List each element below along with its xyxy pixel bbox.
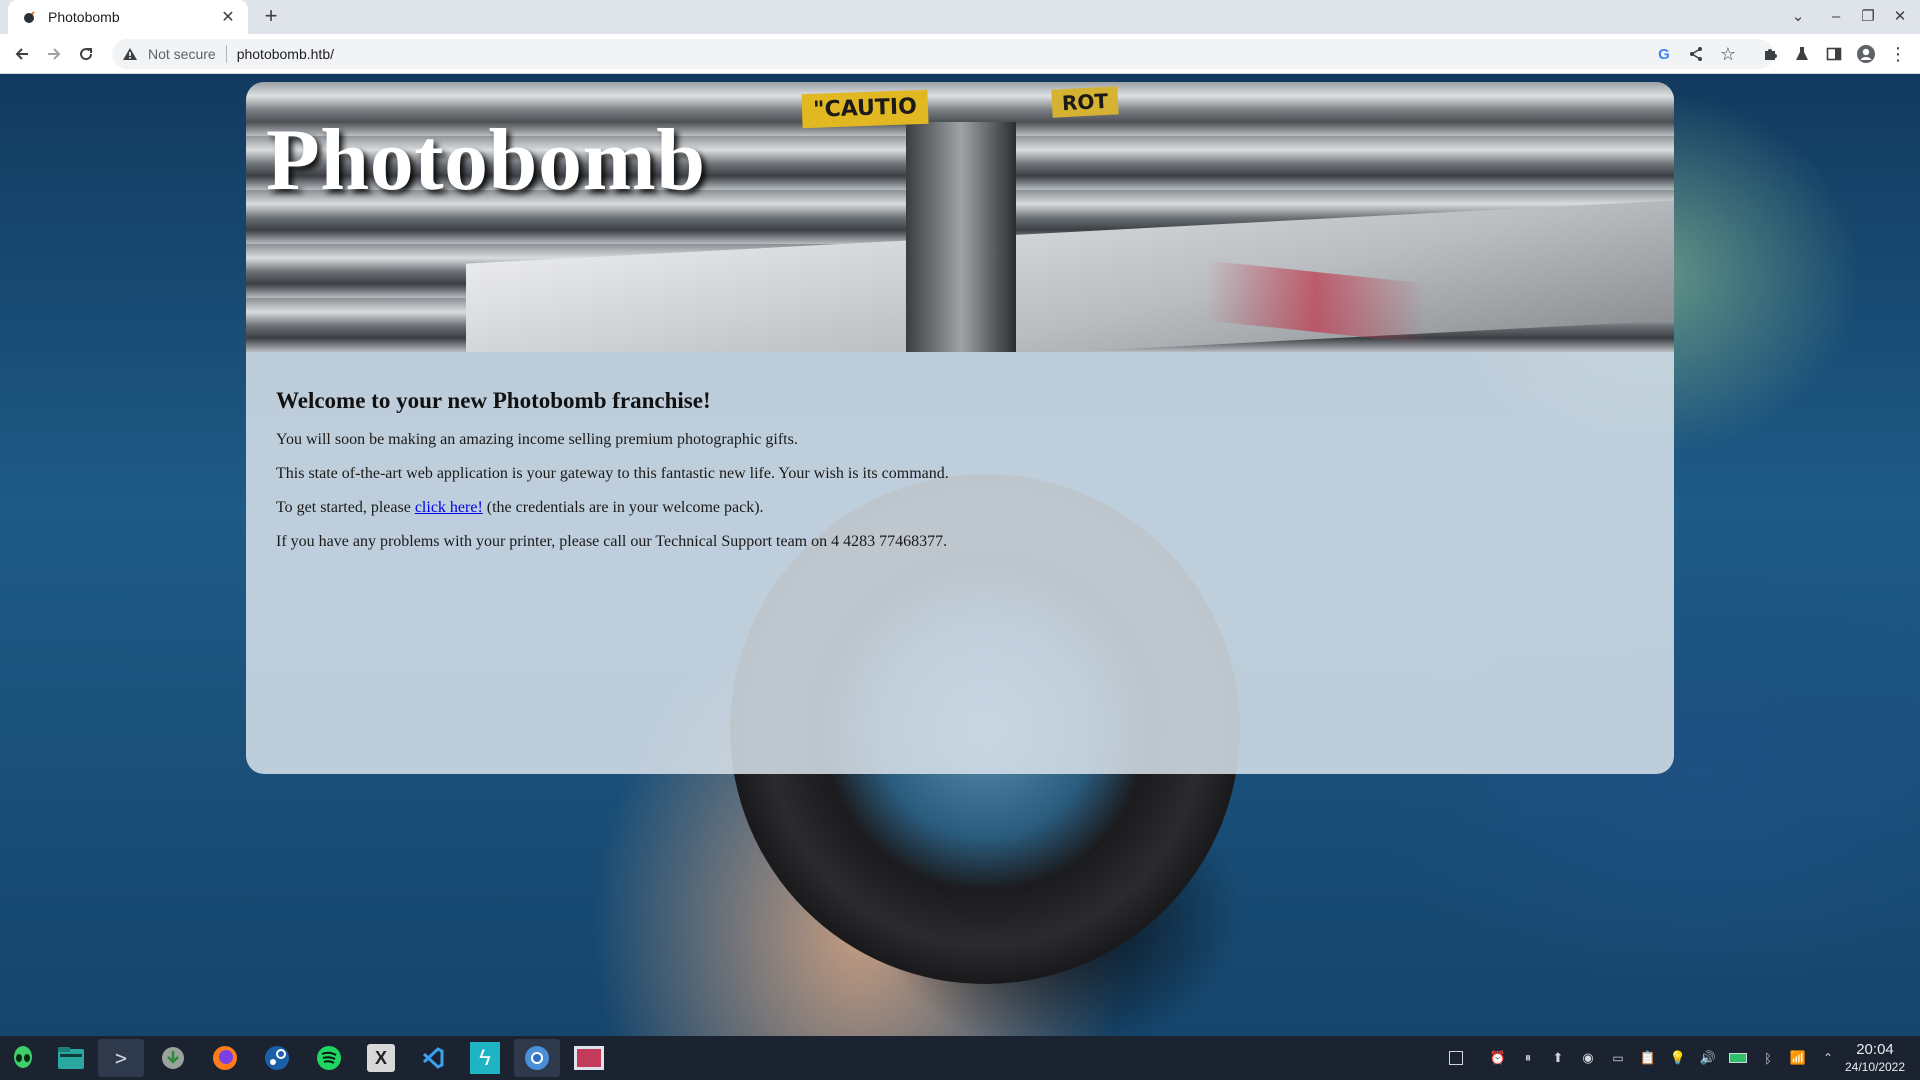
clock-date: 24/10/2022 <box>1844 1060 1906 1074</box>
tab-title: Photobomb <box>48 9 120 25</box>
clock[interactable]: 20:04 24/10/2022 <box>1840 1041 1910 1075</box>
bookmark-star-icon[interactable]: ☆ <box>1718 44 1738 64</box>
forward-button[interactable] <box>40 40 68 68</box>
tab-strip: Photobomb ✕ + ⌄ – ❐ ✕ <box>0 0 1920 34</box>
steam-icon[interactable] <box>254 1039 300 1077</box>
lightbulb-icon[interactable]: 💡 <box>1668 1048 1688 1068</box>
pause-icon[interactable]: ⏸ <box>1518 1048 1538 1068</box>
vscode-icon[interactable] <box>410 1039 456 1077</box>
show-desktop-icon[interactable] <box>1446 1048 1466 1068</box>
paper-sheet <box>466 200 1674 352</box>
browser-toolbar: Not secure photobomb.htb/ G ☆ ⋮ <box>0 34 1920 74</box>
alarm-icon[interactable]: ⏰ <box>1488 1048 1508 1068</box>
gateway-paragraph: This state of-the-art web application is… <box>276 465 949 482</box>
minimize-icon[interactable]: – <box>1820 0 1852 34</box>
tab-search-icon[interactable]: ⌄ <box>1782 0 1814 34</box>
files-icon[interactable] <box>48 1039 94 1077</box>
rot-sign: ROT <box>1051 86 1119 118</box>
get-started-text: To get started, please <box>276 499 415 516</box>
chrome-icon[interactable] <box>514 1039 560 1077</box>
credentials-note: (the credentials are in your welcome pac… <box>482 499 764 516</box>
xapp-icon[interactable]: X <box>358 1039 404 1077</box>
back-button[interactable] <box>8 40 36 68</box>
site-container: "CAUTIO ROT Photobomb Welcome to your ne… <box>246 82 1674 774</box>
window-close-icon[interactable]: ✕ <box>1884 0 1916 34</box>
warning-icon[interactable] <box>122 47 140 61</box>
extensions-icon[interactable] <box>1760 44 1780 64</box>
get-started-paragraph: To get started, please click here! (the … <box>276 498 1644 518</box>
clipboard-icon[interactable]: 📋 <box>1638 1048 1658 1068</box>
chevron-up-icon[interactable]: ⌃ <box>1818 1048 1838 1068</box>
print-head <box>906 122 1016 352</box>
new-tab-button[interactable]: + <box>258 4 284 30</box>
menu-kebab-icon[interactable]: ⋮ <box>1888 44 1908 64</box>
click-here-link[interactable]: click here! <box>415 499 483 516</box>
burp-icon[interactable]: ϟ <box>462 1039 508 1077</box>
download-icon[interactable] <box>150 1039 196 1077</box>
intro-paragraph: You will soon be making an amazing incom… <box>276 431 798 448</box>
url-text[interactable]: photobomb.htb/ <box>237 46 334 62</box>
tab-close-icon[interactable]: ✕ <box>218 7 238 27</box>
steam-tray-icon[interactable]: ◉ <box>1578 1048 1598 1068</box>
console-icon[interactable]: ▭ <box>1608 1048 1628 1068</box>
spotify-icon[interactable] <box>306 1039 352 1077</box>
printer-banner-image: "CAUTIO ROT Photobomb <box>246 82 1674 352</box>
bomb-favicon-icon <box>22 9 38 25</box>
alien-icon[interactable] <box>0 1039 46 1077</box>
security-label: Not secure <box>148 46 216 62</box>
battery-icon[interactable] <box>1728 1048 1748 1068</box>
page-viewport: "CAUTIO ROT Photobomb Welcome to your ne… <box>0 74 1920 1036</box>
address-bar[interactable]: Not secure photobomb.htb/ <box>112 39 1774 69</box>
side-panel-icon[interactable] <box>1824 44 1844 64</box>
wifi-icon[interactable]: 📶 <box>1788 1048 1808 1068</box>
upload-icon[interactable]: ⬆ <box>1548 1048 1568 1068</box>
labs-flask-icon[interactable] <box>1792 44 1812 64</box>
restore-icon[interactable]: ❐ <box>1852 0 1884 34</box>
reload-button[interactable] <box>72 40 100 68</box>
tab-photobomb[interactable]: Photobomb ✕ <box>8 0 248 34</box>
site-title: Photobomb <box>266 112 706 209</box>
profile-avatar-icon[interactable] <box>1856 44 1876 64</box>
firefox-icon[interactable] <box>202 1039 248 1077</box>
welcome-panel: Welcome to your new Photobomb franchise!… <box>246 352 1674 774</box>
terminal-icon[interactable]: > <box>98 1039 144 1077</box>
share-icon[interactable] <box>1686 44 1706 64</box>
caution-sign: "CAUTIO <box>801 89 929 129</box>
clock-time: 20:04 <box>1856 1041 1894 1058</box>
google-icon[interactable]: G <box>1654 44 1674 64</box>
volume-icon[interactable]: 🔊 <box>1698 1048 1718 1068</box>
taskbar: > X ϟ ⏰ ⏸ ⬆ ◉ ▭ 📋 💡 🔊 ᛒ 📶 ⌃ 20:04 24/10/… <box>0 1036 1920 1080</box>
screenshot-icon[interactable] <box>566 1039 612 1077</box>
welcome-heading: Welcome to your new Photobomb franchise! <box>276 388 711 413</box>
support-paragraph: If you have any problems with your print… <box>276 533 948 550</box>
divider <box>225 45 227 63</box>
bluetooth-icon[interactable]: ᛒ <box>1758 1048 1778 1068</box>
